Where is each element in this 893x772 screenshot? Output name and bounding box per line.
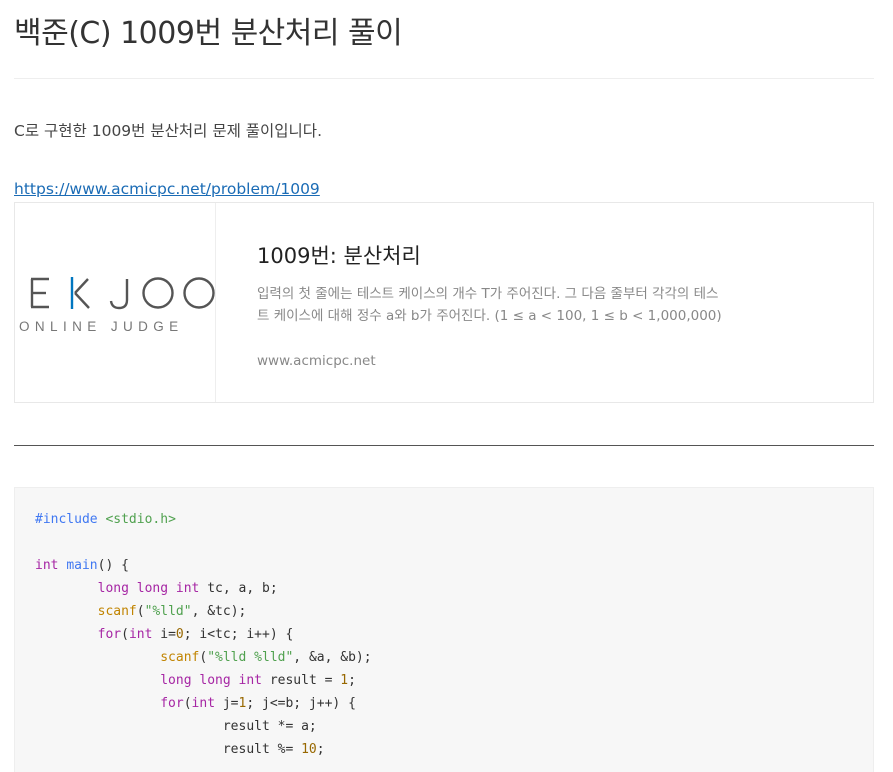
- preview-description: 입력의 첫 줄에는 테스트 케이스의 개수 T가 주어진다. 그 다음 줄부터 …: [257, 286, 722, 324]
- code-line: for(int i=0; i<tc; i++) {: [97, 627, 294, 642]
- code-block: #include <stdio.h> int main() { long lon…: [14, 487, 874, 772]
- code-line: long long int tc, a, b;: [97, 581, 278, 596]
- code-line: result %= 10;: [35, 742, 325, 757]
- preview-title: 1009번: 분산처리: [257, 244, 421, 268]
- intro-text: C로 구현한 1009번 분산처리 문제 풀이입니다.: [14, 122, 322, 140]
- preview-body: 1009번: 분산처리 입력의 첫 줄에는 테스트 케이스의 개수 T가 주어진…: [216, 203, 873, 402]
- code-line: result *= a;: [35, 719, 317, 734]
- code-line: #include <stdio.h>: [35, 512, 176, 527]
- post-page: 백준(C) 1009번 분산처리 풀이 C로 구현한 1009번 분산처리 문제…: [14, 0, 874, 772]
- code-line: for(int j=1; j<=b; j++) {: [160, 696, 356, 711]
- preview-thumbnail: ONLINE JUDGE: [15, 203, 216, 402]
- code-line: long long int result = 1;: [160, 673, 356, 688]
- link-preview-card[interactable]: ONLINE JUDGE 1009번: 분산처리 입력의 첫 줄에는 테스트 케…: [14, 202, 874, 403]
- section-divider: [14, 445, 874, 446]
- problem-link[interactable]: https://www.acmicpc.net/problem/1009: [14, 180, 320, 198]
- logo-subtitle: ONLINE JUDGE: [19, 319, 184, 334]
- preview-url: www.acmicpc.net: [257, 353, 376, 369]
- code-line: int main() {: [35, 558, 129, 573]
- code-line: scanf("%lld", &tc);: [97, 604, 247, 619]
- title-divider: [14, 78, 874, 79]
- problem-link-line: https://www.acmicpc.net/problem/1009: [14, 177, 874, 201]
- baekjoon-logo-icon: ONLINE JUDGE: [19, 277, 215, 334]
- code-line: scanf("%lld %lld", &a, &b);: [160, 650, 372, 665]
- page-title: 백준(C) 1009번 분산처리 풀이: [14, 16, 403, 51]
